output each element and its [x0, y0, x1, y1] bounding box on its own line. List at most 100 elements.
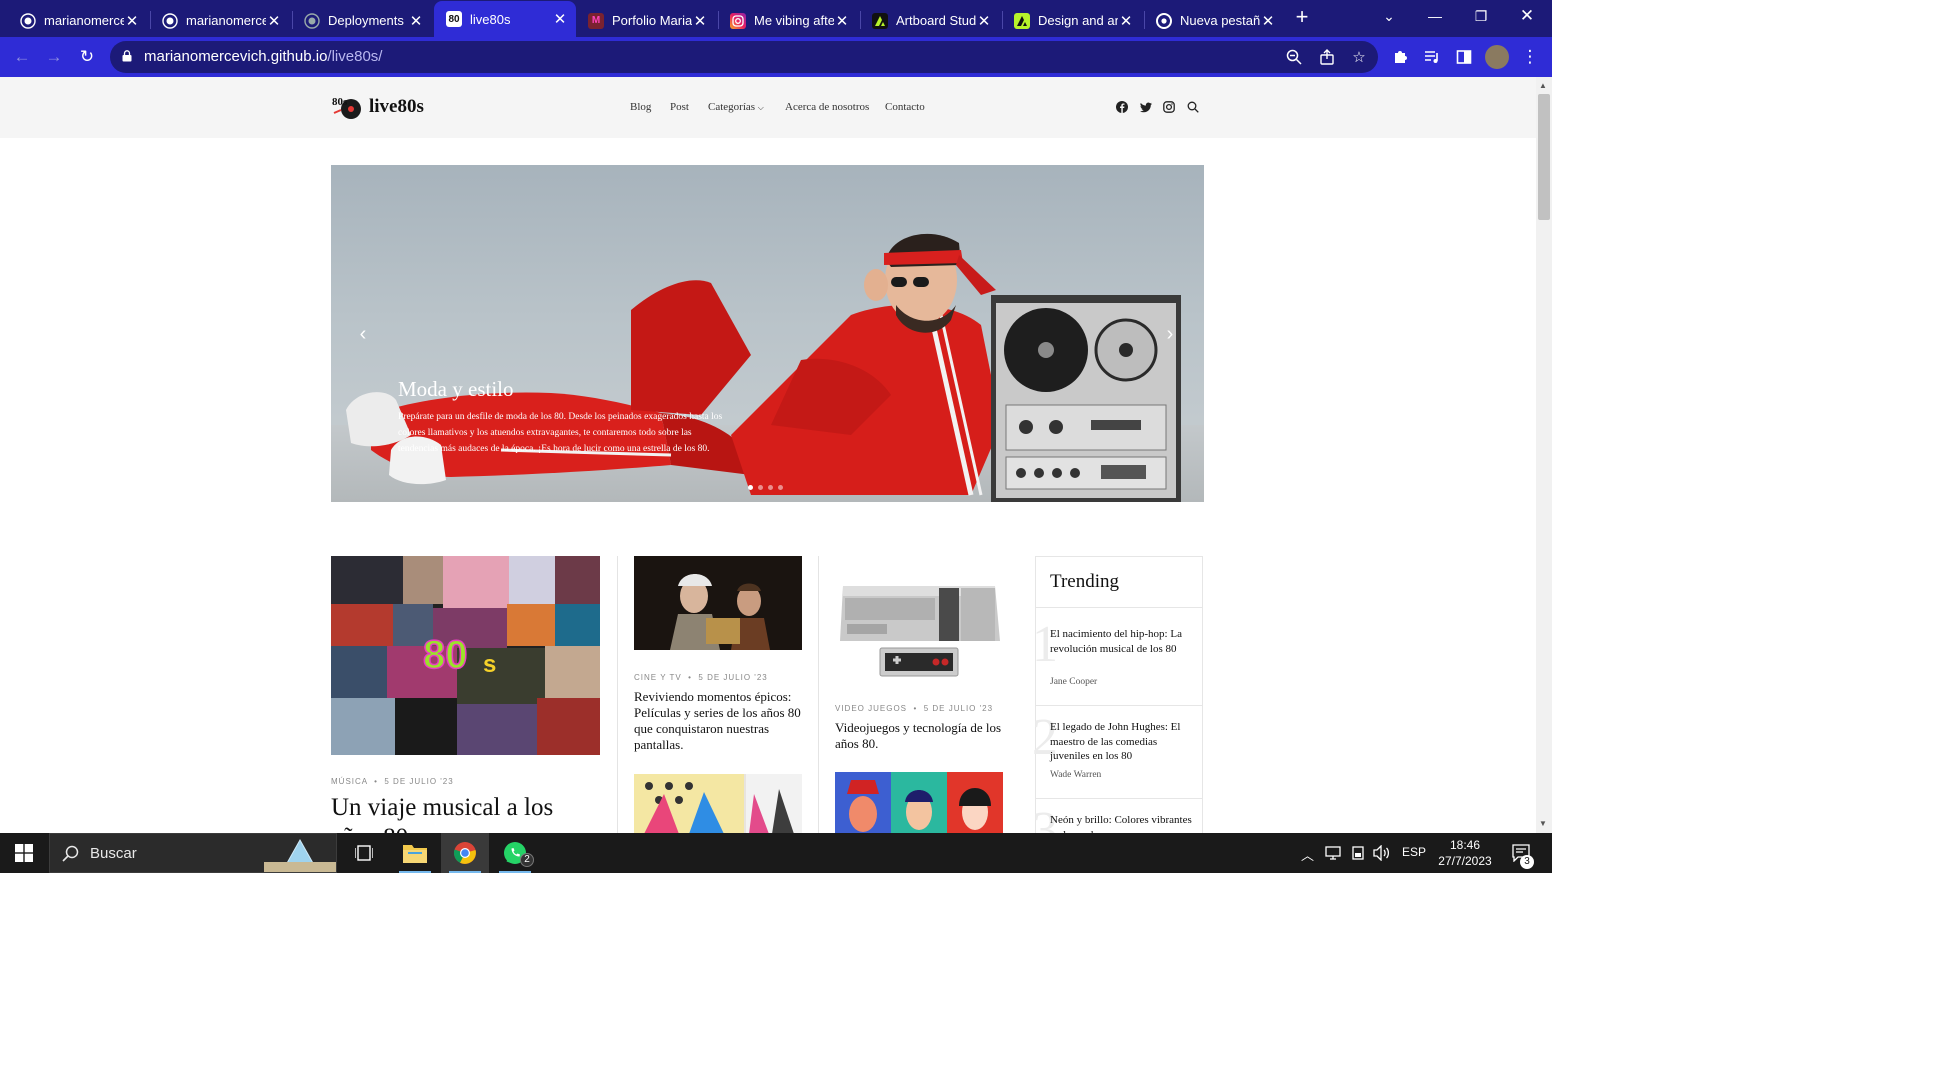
hero-prev-arrow[interactable]: ‹: [353, 323, 373, 346]
browser-tab-active[interactable]: 80 live80s ✕: [434, 1, 576, 37]
nav-acerca[interactable]: Acerca de nosotros: [785, 101, 869, 113]
search-icon[interactable]: [1186, 100, 1200, 114]
page-scrollbar[interactable]: ▲ ▼: [1536, 77, 1552, 833]
browser-tab[interactable]: Artboard Studio ✕: [860, 4, 1000, 37]
post-date: 5 DE JULIO '23: [923, 704, 994, 713]
windows-start-icon[interactable]: [0, 833, 48, 873]
volume-icon[interactable]: [1373, 845, 1391, 861]
close-tab-icon[interactable]: ✕: [266, 12, 282, 30]
close-tab-icon[interactable]: ✕: [1260, 12, 1276, 30]
nav-categorias[interactable]: Categorías ⌵: [708, 101, 764, 113]
slide-dot[interactable]: [748, 485, 753, 490]
side-panel-icon[interactable]: [1452, 45, 1476, 69]
hero-title: Moda y estilo: [398, 377, 514, 401]
running-indicator: [449, 871, 481, 873]
post-title[interactable]: Un viaje musical a los años 80: [331, 793, 601, 833]
slide-dot[interactable]: [758, 485, 763, 490]
browser-tab[interactable]: Design and an ✕: [1002, 4, 1142, 37]
post-title[interactable]: Reviviendo momentos épicos: Películas y …: [634, 689, 804, 753]
trending-title[interactable]: El nacimiento del hip-hop: La revolución…: [1050, 627, 1192, 656]
post-thumbnail-musica[interactable]: 80 s: [331, 556, 600, 755]
close-tab-icon[interactable]: ✕: [552, 10, 568, 28]
reload-icon[interactable]: ↻: [75, 45, 99, 69]
live80s-logo-icon: 80s: [332, 96, 361, 119]
close-tab-icon[interactable]: ✕: [408, 12, 424, 30]
task-view-icon[interactable]: [340, 833, 388, 873]
site-name: live80s: [369, 96, 424, 117]
popart-portraits-image: [835, 772, 1003, 833]
system-clock[interactable]: 18:46 27/7/2023: [1434, 837, 1496, 869]
show-hidden-icons[interactable]: ︿: [1301, 845, 1314, 864]
chrome-taskbar-icon[interactable]: [441, 833, 489, 873]
trending-item[interactable]: 2 El legado de John Hughes: El maestro d…: [1032, 712, 1202, 800]
trending-title[interactable]: El legado de John Hughes: El maestro de …: [1050, 720, 1192, 764]
post-thumbnail-moda[interactable]: [634, 774, 802, 833]
address-bar[interactable]: marianomercevich.github.io/live80s/ ☆: [110, 41, 1378, 73]
browser-tab[interactable]: Me vibing after ✕: [718, 4, 858, 37]
taskbar-search-box[interactable]: Buscar: [49, 833, 337, 873]
tab-search-icon[interactable]: ⌄: [1366, 0, 1412, 32]
lock-icon: [122, 50, 132, 62]
close-window-icon[interactable]: ✕: [1504, 0, 1550, 32]
media-queue-icon[interactable]: [1420, 45, 1444, 69]
facebook-icon[interactable]: [1115, 100, 1129, 114]
hero-slider[interactable]: ‹ › Moda y estilo Prepárate para un desf…: [331, 165, 1204, 502]
close-tab-icon[interactable]: ✕: [976, 12, 992, 30]
live80s-icon: 80: [446, 11, 462, 27]
hero-next-arrow[interactable]: ›: [1160, 323, 1180, 346]
extensions-icon[interactable]: [1388, 45, 1412, 69]
post-meta: VIDEO JUEGOS • 5 DE JULIO '23: [835, 704, 994, 713]
browser-tab[interactable]: Deployments ✕: [292, 4, 432, 37]
site-logo[interactable]: 80s live80s: [331, 91, 424, 123]
profile-avatar[interactable]: [1485, 45, 1509, 69]
close-tab-icon[interactable]: ✕: [124, 12, 140, 30]
post-category[interactable]: VIDEO JUEGOS: [835, 704, 907, 713]
post-category[interactable]: CINE Y TV: [634, 673, 682, 682]
share-icon[interactable]: [1317, 47, 1337, 67]
menu-kebab-icon[interactable]: ⋮: [1518, 45, 1542, 69]
restore-icon[interactable]: ❐: [1458, 0, 1504, 32]
post-thumbnail-cine[interactable]: [634, 556, 802, 650]
scrollbar-thumb[interactable]: [1538, 94, 1550, 220]
instagram-icon[interactable]: [1162, 100, 1176, 114]
search-placeholder: Buscar: [90, 845, 137, 862]
slide-dot[interactable]: [778, 485, 783, 490]
forward-icon[interactable]: →: [42, 45, 66, 69]
chrome-icon: [1156, 12, 1172, 29]
zoom-icon[interactable]: [1284, 47, 1304, 67]
scroll-up-icon[interactable]: ▲: [1539, 81, 1547, 90]
nav-blog[interactable]: Blog: [630, 101, 651, 113]
post-category[interactable]: MÚSICA: [331, 777, 368, 786]
network-icon[interactable]: [1325, 845, 1341, 861]
trending-item[interactable]: 1 El nacimiento del hip-hop: La revoluci…: [1032, 619, 1202, 707]
close-tab-icon[interactable]: ✕: [834, 12, 850, 30]
close-tab-icon[interactable]: ✕: [692, 12, 708, 30]
post-title[interactable]: Videojuegos y tecnología de los años 80.: [835, 720, 1005, 752]
new-tab-button[interactable]: +: [1290, 4, 1314, 29]
trending-widget: Trending 1 El nacimiento del hip-hop: La…: [1032, 556, 1203, 834]
battery-device-icon[interactable]: [1351, 845, 1365, 861]
browser-tab[interactable]: Nueva pestaña ✕: [1144, 4, 1284, 37]
nav-contacto[interactable]: Contacto: [885, 101, 925, 113]
whatsapp-taskbar-icon[interactable]: 2: [491, 833, 539, 873]
post-thumbnail-popart[interactable]: [835, 772, 1003, 833]
slide-dot[interactable]: [768, 485, 773, 490]
back-icon[interactable]: ←: [10, 45, 34, 69]
file-explorer-icon[interactable]: [391, 833, 439, 873]
browser-tab[interactable]: M Porfolio Mariano ✕: [576, 4, 716, 37]
scroll-down-icon[interactable]: ▼: [1539, 819, 1547, 828]
artboard-icon: [1014, 12, 1030, 29]
tab-title: Artboard Studio: [896, 13, 976, 28]
post-thumbnail-videojuegos[interactable]: [835, 556, 1003, 686]
trending-title[interactable]: Neón y brillo: Colores vibrantes en la m…: [1050, 813, 1192, 833]
bookmark-star-icon[interactable]: ☆: [1349, 47, 1369, 67]
browser-tab[interactable]: marianomercevich ✕: [150, 4, 290, 37]
close-tab-icon[interactable]: ✕: [1118, 12, 1134, 30]
trending-item[interactable]: 3 Neón y brillo: Colores vibrantes en la…: [1032, 805, 1202, 834]
nav-post[interactable]: Post: [670, 101, 689, 113]
input-language[interactable]: ESP: [1402, 845, 1426, 859]
portfolio-icon: M: [588, 12, 604, 29]
twitter-icon[interactable]: [1139, 100, 1153, 114]
browser-tab[interactable]: marianomercevich ✕: [8, 4, 148, 37]
minimize-icon[interactable]: —: [1412, 0, 1458, 32]
